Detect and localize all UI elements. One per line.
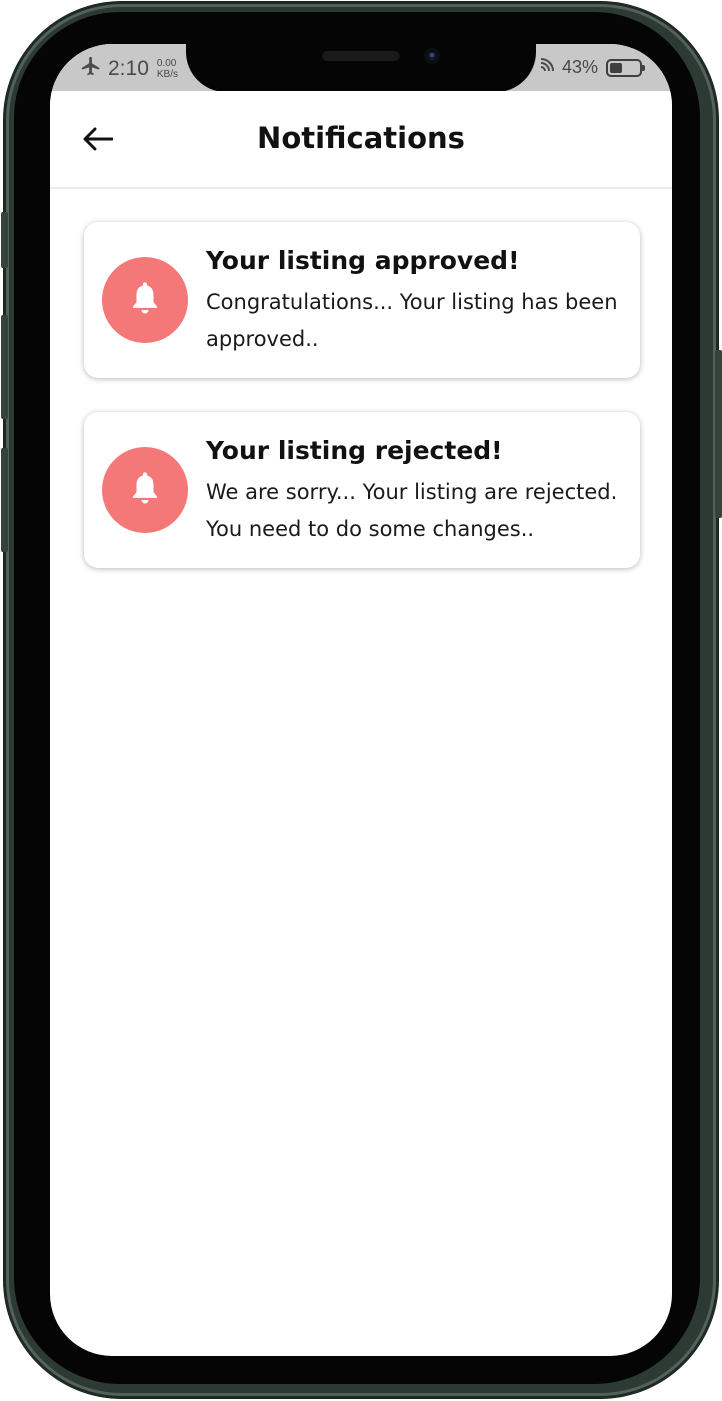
- silent-switch: [1, 212, 8, 268]
- notification-icon-badge: [102, 257, 188, 343]
- app-screen: 2:10 0.00 KB/s 43% Notifications Your li…: [50, 44, 672, 1356]
- notification-card-rejected[interactable]: Your listing rejected! We are sorry... Y…: [84, 412, 640, 568]
- battery-icon: [606, 58, 645, 77]
- battery-level-fill: [610, 62, 622, 73]
- notification-card-approved[interactable]: Your listing approved! Congratulations..…: [84, 222, 640, 378]
- phone-device: 2:10 0.00 KB/s 43% Notifications Your li…: [0, 0, 722, 1401]
- status-bar-right: 43%: [540, 56, 645, 79]
- network-speed-value: 0.00: [156, 57, 177, 69]
- volume-down-button: [1, 448, 8, 552]
- notification-message: Congratulations... Your listing has been…: [206, 290, 618, 351]
- network-speed-unit: KB/s: [156, 68, 178, 80]
- status-bar: 2:10 0.00 KB/s 43%: [50, 44, 672, 92]
- camera-notch: [186, 44, 536, 92]
- power-button: [715, 350, 722, 518]
- page-title: Notifications: [257, 121, 465, 155]
- status-time: 2:10: [108, 56, 149, 80]
- bell-icon: [128, 279, 162, 322]
- notification-title: Your listing rejected!: [206, 436, 503, 465]
- volume-up-button: [1, 315, 8, 419]
- app-header: Notifications: [50, 91, 672, 189]
- bell-icon: [128, 469, 162, 512]
- network-speed: 0.00 KB/s: [157, 58, 178, 80]
- front-camera: [424, 48, 440, 64]
- airplane-icon: [80, 55, 102, 82]
- notification-icon-badge: [102, 447, 188, 533]
- battery-percent: 43%: [561, 57, 598, 77]
- status-bar-left: 2:10 0.00 KB/s: [80, 55, 178, 82]
- wifi-icon: [540, 56, 554, 79]
- notification-title: Your listing approved!: [206, 246, 520, 275]
- notification-message: We are sorry... Your listing are rejecte…: [206, 480, 618, 541]
- earpiece-speaker: [322, 51, 400, 61]
- notification-list: Your listing approved! Congratulations..…: [84, 222, 640, 602]
